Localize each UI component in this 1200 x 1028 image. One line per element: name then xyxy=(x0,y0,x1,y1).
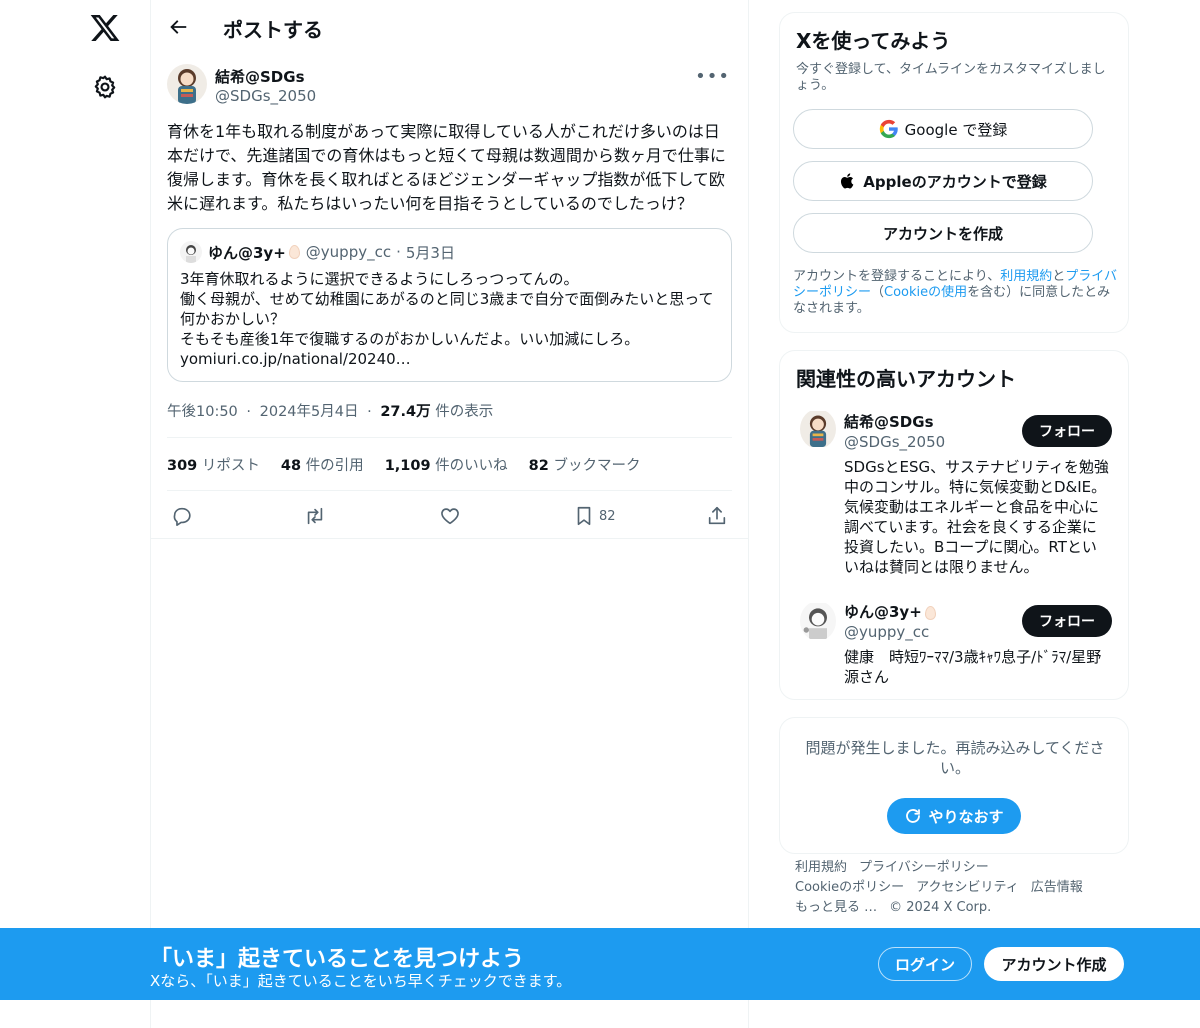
signup-banner: 「いま」起きていることを見つけよう Xなら、「いま」起きていることをいち早くチェ… xyxy=(0,928,1200,1000)
separator-dot: · xyxy=(246,404,252,420)
avatar xyxy=(180,241,202,263)
follow-button[interactable]: フォロー xyxy=(1022,415,1112,447)
quoted-post[interactable]: ゆん@3y+ @yuppy_cc · 5月3日 3年育休取れるように選択できるよ… xyxy=(167,228,732,382)
separator-dot: · xyxy=(367,404,372,420)
like-stat[interactable]: 1,109 件のいいね xyxy=(385,454,508,475)
related-title: 関連性の高いアカウント xyxy=(796,367,1016,391)
x-logo-icon[interactable] xyxy=(89,12,121,44)
bookmark-count: 82 xyxy=(599,509,616,524)
bookmark-icon[interactable] xyxy=(573,505,595,527)
back-arrow-icon[interactable] xyxy=(167,16,189,38)
terms-link[interactable]: 利用規約 xyxy=(1000,269,1052,284)
avatar[interactable] xyxy=(800,409,836,449)
bookmark-stat[interactable]: 82 ブックマーク xyxy=(529,454,641,475)
post-time[interactable]: 午後10:50 xyxy=(167,404,238,420)
login-button[interactable]: ログイン xyxy=(878,947,972,981)
footer-privacy-link[interactable]: プライバシーポリシー xyxy=(859,860,989,875)
banner-title: 「いま」起きていることを見つけよう xyxy=(150,947,525,972)
footer-accessibility-link[interactable]: アクセシビリティ xyxy=(916,880,1019,895)
egg-emoji-icon xyxy=(288,245,300,259)
author-handle[interactable]: @SDGs_2050 xyxy=(215,87,316,105)
separator-dot: · xyxy=(396,243,401,261)
account-bio: 健康 時短ﾜｰﾏﾏ/3歳ｷｬﾜ息子/ﾄﾞﾗﾏ/星野源さん xyxy=(844,648,1102,686)
post-actions: 82 xyxy=(151,491,748,539)
legal-text: アカウントを登録することにより、利用規約とプライバシーポリシー（Cookieの使… xyxy=(793,269,1118,316)
google-icon xyxy=(879,119,899,139)
cookie-link[interactable]: Cookieの使用 xyxy=(884,285,967,300)
signup-title: Xを使ってみよう xyxy=(796,29,951,53)
footer-ads-link[interactable]: 広告情報 xyxy=(1031,880,1083,895)
egg-emoji-icon xyxy=(924,605,936,620)
create-account-label: アカウントを作成 xyxy=(882,224,1003,243)
main-column: ポストする 結希@SDGs @SDGs_2050 ••• 育休を1年も取れる制度… xyxy=(150,0,749,1028)
create-account-button[interactable]: アカウントを作成 xyxy=(793,213,1093,253)
quote-text: 3年育休取れるように選択できるようにしろっつってんの。 働く母親が、せめて幼稚園… xyxy=(180,270,714,368)
apple-signup-label: Appleのアカウントで登録 xyxy=(863,172,1047,191)
right-sidebar: Xを使ってみよう 今すぐ登録して、タイムラインをカスタマイズしましょう。 Goo… xyxy=(779,12,1129,854)
quote-stat[interactable]: 48 件の引用 xyxy=(281,454,364,475)
post-author: 結希@SDGs @SDGs_2050 ••• xyxy=(151,64,748,114)
view-label: 件の表示 xyxy=(435,404,494,420)
account-name[interactable]: 結希@SDGs xyxy=(844,411,934,432)
post-meta: 午後10:50 · 2024年5月4日 · 27.4万 件の表示 xyxy=(167,400,732,438)
quote-date: 5月3日 xyxy=(405,243,455,262)
footer-more-link[interactable]: もっと見る … xyxy=(795,900,877,915)
gear-icon[interactable] xyxy=(92,74,118,100)
view-count: 27.4万 xyxy=(380,404,431,420)
related-accounts-card: 関連性の高いアカウント 結希@SDGs @SDGs_2050 フォロー SDGs… xyxy=(779,350,1129,700)
footer-copyright: © 2024 X Corp. xyxy=(889,900,992,915)
signup-card: Xを使ってみよう 今すぐ登録して、タイムラインをカスタマイズしましょう。 Goo… xyxy=(779,12,1129,333)
retry-button[interactable]: やりなおす xyxy=(887,798,1021,834)
more-options-icon[interactable]: ••• xyxy=(695,66,730,87)
repost-stat[interactable]: 309 リポスト xyxy=(167,454,260,475)
account-handle[interactable]: @SDGs_2050 xyxy=(844,433,945,451)
like-icon[interactable] xyxy=(439,505,461,527)
error-message: 問題が発生しました。再読み込みしてください。 xyxy=(805,739,1105,777)
share-icon[interactable] xyxy=(706,505,728,527)
account-name[interactable]: ゆん@3y+ xyxy=(844,601,942,622)
page-title: ポストする xyxy=(223,18,323,42)
footer-links: 利用規約 プライバシーポリシー Cookieのポリシー アクセシビリティ 広告情報 も… xyxy=(795,858,1125,918)
avatar[interactable] xyxy=(167,64,207,104)
signup-button[interactable]: アカウント作成 xyxy=(984,947,1124,981)
quote-author-name: ゆん@3y+ xyxy=(208,243,286,262)
error-card: 問題が発生しました。再読み込みしてください。 やりなおす xyxy=(779,717,1129,854)
left-nav xyxy=(0,0,150,1028)
avatar[interactable] xyxy=(800,601,836,641)
repost-icon[interactable] xyxy=(304,505,326,527)
google-signup-button[interactable]: Google で登録 xyxy=(793,109,1093,149)
author-name[interactable]: 結希@SDGs xyxy=(215,66,305,87)
refresh-icon xyxy=(906,809,921,823)
page-header: ポストする xyxy=(151,0,748,54)
reply-icon[interactable] xyxy=(171,505,193,527)
footer-cookie-link[interactable]: Cookieのポリシー xyxy=(795,880,904,895)
post-stats: 309 リポスト 48 件の引用 1,109 件のいいね 82 ブックマーク xyxy=(167,438,732,491)
post-text: 育休を1年も取れる制度があって実際に取得している人がこれだけ多いのは日本だけで、… xyxy=(167,122,726,213)
account-handle[interactable]: @yuppy_cc xyxy=(844,623,929,641)
retry-label: やりなおす xyxy=(928,807,1004,826)
apple-signup-button[interactable]: Appleのアカウントで登録 xyxy=(793,161,1093,201)
apple-icon xyxy=(839,171,857,191)
google-signup-label: Google で登録 xyxy=(904,120,1008,139)
quote-author-handle: @yuppy_cc xyxy=(305,243,392,261)
post-date[interactable]: 2024年5月4日 xyxy=(260,404,359,420)
footer-terms-link[interactable]: 利用規約 xyxy=(795,860,847,875)
banner-subtitle: Xなら、「いま」起きていることをいち早くチェックできます。 xyxy=(150,972,572,990)
account-bio: SDGsとESG、サステナビリティを勉強中のコンサル。特に気候変動とD&IE。気… xyxy=(844,458,1109,576)
signup-subtitle: 今すぐ登録して、タイムラインをカスタマイズしましょう。 xyxy=(796,62,1106,93)
follow-button[interactable]: フォロー xyxy=(1022,605,1112,637)
